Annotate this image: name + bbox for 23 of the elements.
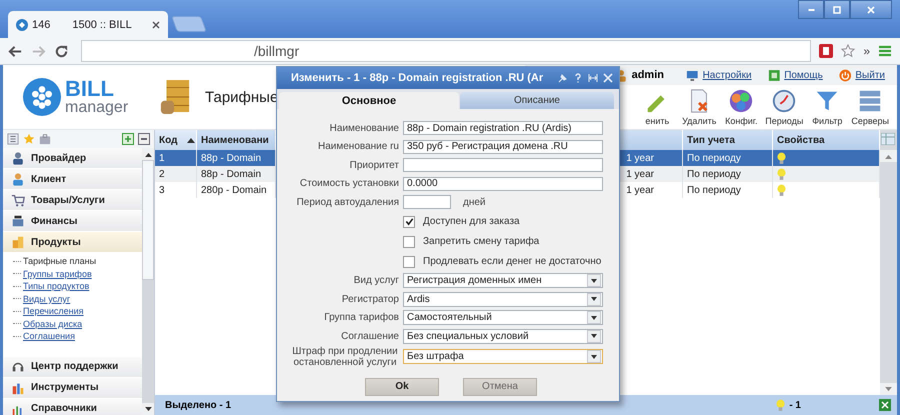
field-label: Наименование (330, 122, 399, 134)
field-label: Наименование ru (318, 141, 399, 152)
checkbox-label: Запретить смену тарифа (423, 236, 540, 247)
checkbox-label: Продлевать если денег не достаточно (423, 256, 602, 267)
table-cell: 2 (155, 166, 197, 182)
total-count: - 1 (789, 400, 801, 410)
checkbox-label: Доступен для заказа (423, 216, 520, 227)
logo-subtitle: manager (65, 100, 128, 116)
field-label: Вид услуг (354, 275, 399, 286)
logo-word: BILL (65, 78, 115, 100)
field-label: Период автоудаления (296, 196, 399, 208)
field-label: Регистратор (342, 294, 399, 305)
field-label: Группа тарифов (324, 312, 399, 324)
table-cell: По периоду (683, 166, 773, 182)
table-cell: По периоду (683, 182, 773, 198)
selection-count: Выделено - 1 (165, 400, 232, 410)
field-label: Штраф при продлении остановленной услуги (291, 346, 399, 368)
field-label: Соглашение (341, 330, 399, 342)
table-cell: 3 (155, 182, 197, 198)
unit-label: дней (463, 196, 486, 208)
user-name: admin (632, 69, 664, 81)
dialog-title: Изменить - 1 - 88р - Domain registration .RU (Ar (291, 72, 544, 84)
page-title: Тарифные (205, 88, 278, 106)
